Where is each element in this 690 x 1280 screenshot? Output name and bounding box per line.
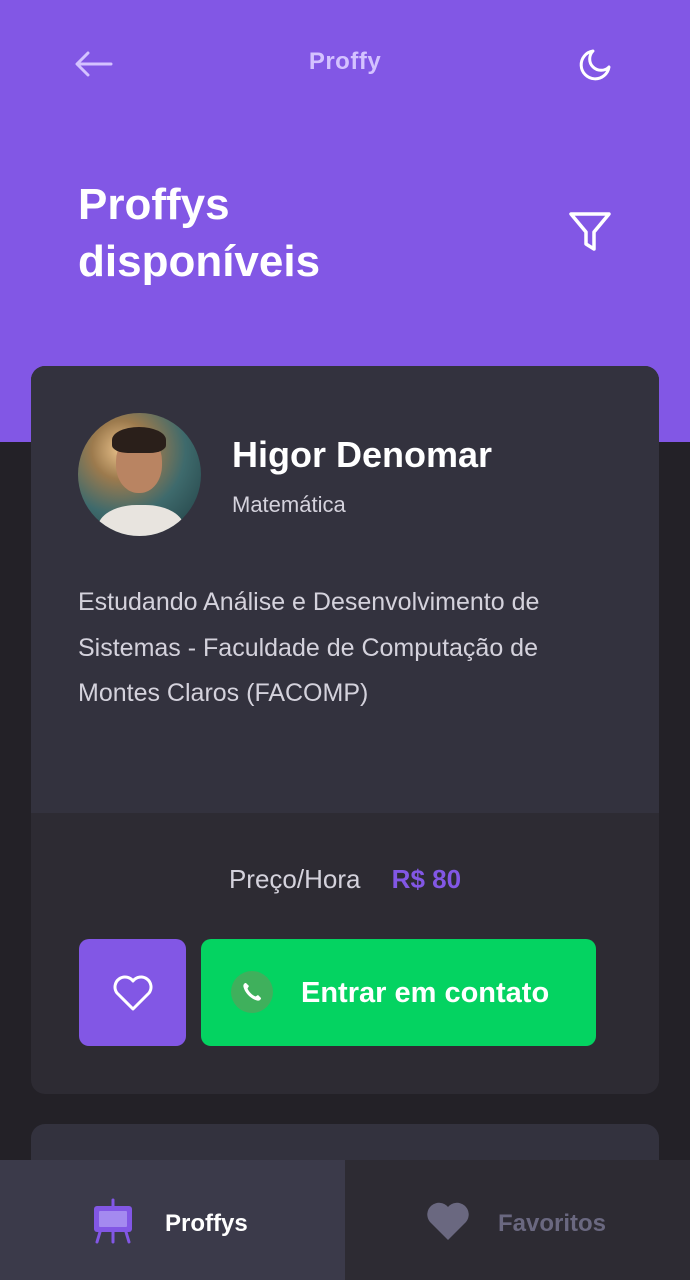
- easel-icon: [94, 1198, 132, 1244]
- whatsapp-icon: [231, 971, 273, 1013]
- price-value: R$ 80: [391, 864, 462, 894]
- filter-icon: [569, 212, 611, 251]
- price-row: Preço/Hora R$ 80: [31, 864, 659, 895]
- price-label: Preço/Hora: [228, 864, 361, 894]
- teacher-card: Higor Denomar Matemática Estudando Análi…: [31, 366, 659, 1094]
- page-title: Proffys disponíveis: [78, 180, 321, 286]
- theme-toggle-button[interactable]: [574, 44, 616, 86]
- teacher-name: Higor Denomar: [232, 434, 493, 475]
- teacher-card-profile: Higor Denomar Matemática Estudando Análi…: [31, 366, 659, 813]
- tab-proffys-label: Proffys: [165, 1210, 248, 1237]
- tab-favoritos[interactable]: Favoritos: [345, 1160, 690, 1280]
- heart-outline-icon: [113, 975, 152, 1010]
- teacher-subject: Matemática: [232, 492, 346, 517]
- tab-favoritos-label: Favoritos: [498, 1210, 607, 1237]
- filter-button[interactable]: [564, 206, 616, 258]
- tab-bar: Proffys Favoritos: [0, 1160, 690, 1280]
- contact-button[interactable]: Entrar em contato: [201, 939, 596, 1046]
- moon-icon: [579, 49, 611, 81]
- favorite-button[interactable]: [79, 939, 186, 1046]
- tab-proffys[interactable]: Proffys: [0, 1160, 345, 1280]
- avatar: [78, 413, 201, 536]
- teacher-bio: Estudando Análise e Desenvolvimento de S…: [78, 588, 540, 707]
- contact-label: Entrar em contato: [301, 977, 550, 1009]
- heart-icon: [427, 1202, 469, 1240]
